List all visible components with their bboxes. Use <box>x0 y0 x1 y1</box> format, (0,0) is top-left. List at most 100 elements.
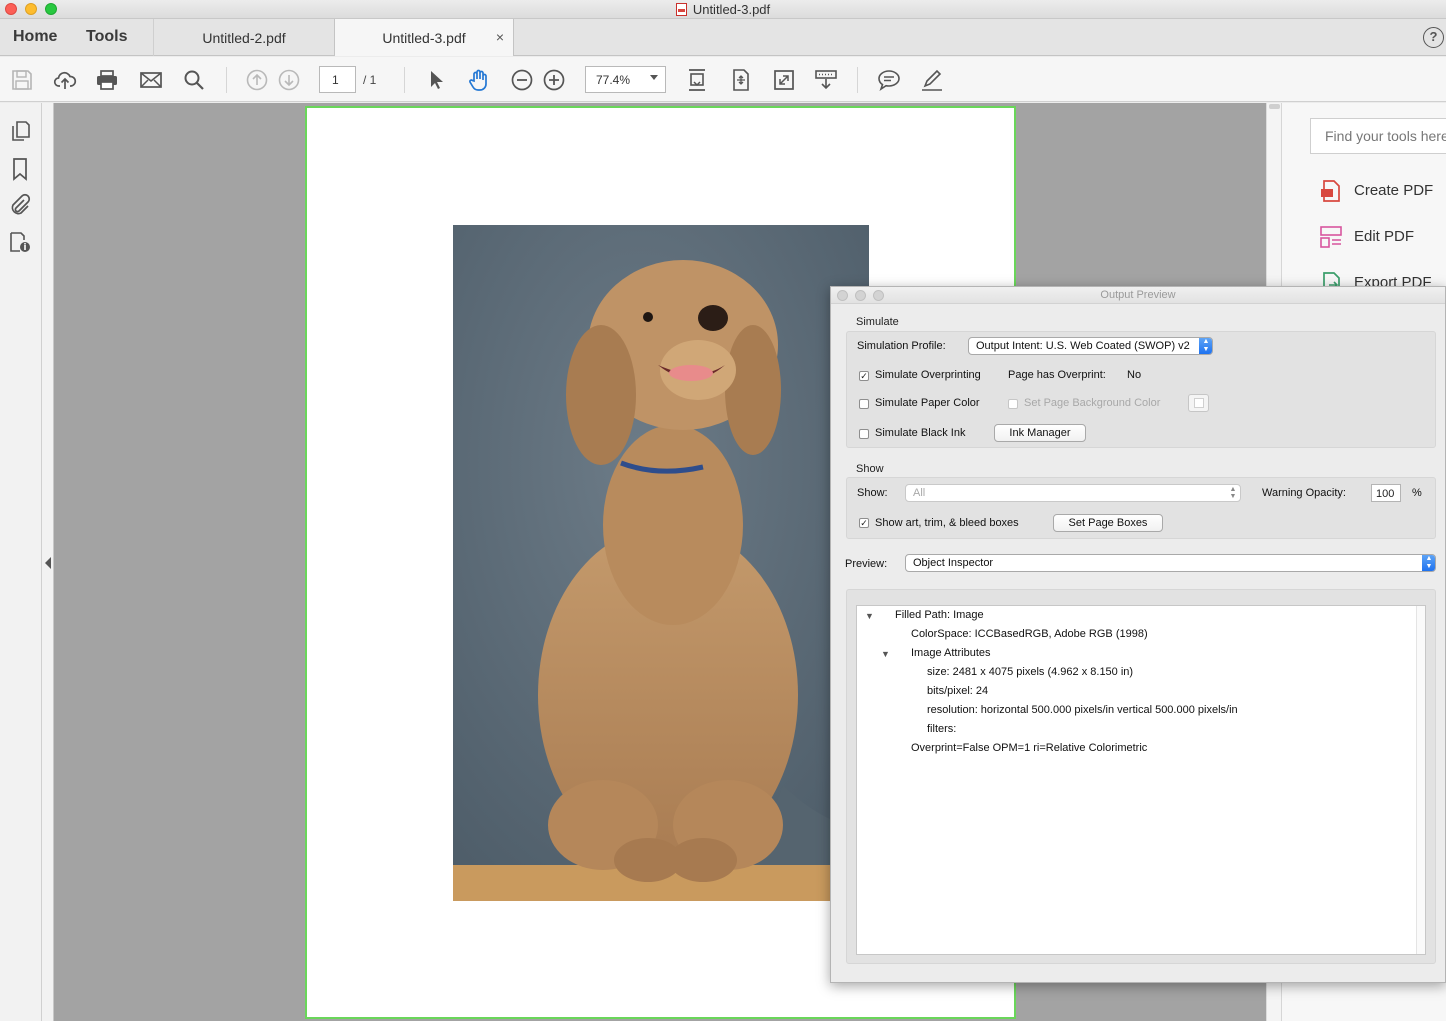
tab-bar: Home Tools Untitled-2.pdf Untitled-3.pdf… <box>0 19 1446 56</box>
simulate-overprinting-label: Simulate Overprinting <box>875 369 981 381</box>
warning-opacity-label: Warning Opacity: <box>1262 487 1346 499</box>
create-pdf-icon <box>1320 179 1342 203</box>
fit-page-icon[interactable] <box>729 68 753 92</box>
page-background-checkbox[interactable] <box>1008 399 1018 409</box>
previous-page-icon[interactable] <box>245 68 269 92</box>
bookmark-icon[interactable] <box>8 157 32 181</box>
print-icon[interactable] <box>95 68 119 92</box>
page-number-input[interactable]: 1 <box>319 66 356 93</box>
simulate-section-label: Simulate <box>856 316 899 328</box>
tab-label: Untitled-3.pdf <box>382 30 466 46</box>
help-button[interactable]: ? <box>1423 27 1444 48</box>
sidebar-collapse-strip[interactable] <box>42 103 54 1021</box>
preview-select[interactable]: Object Inspector ▲ ▼ <box>905 554 1436 572</box>
select-stepper-icon: ▲ ▼ <box>1199 338 1212 354</box>
page-thumbnails-icon[interactable] <box>8 119 32 143</box>
dog-photo[interactable] <box>453 225 869 901</box>
toolbar-separator <box>404 67 405 93</box>
inspector-image-attributes: Image Attributes <box>911 647 991 659</box>
collapse-arrow-icon[interactable] <box>45 557 51 569</box>
attachment-icon[interactable] <box>8 193 32 217</box>
select-stepper-icon: ▲ ▼ <box>1422 555 1435 571</box>
zoom-in-icon[interactable] <box>542 68 566 92</box>
email-icon[interactable] <box>139 68 163 92</box>
hand-tool-icon[interactable] <box>467 68 491 92</box>
page-background-label: Set Page Background Color <box>1024 397 1161 409</box>
inspector-scrollbar[interactable] <box>1416 606 1425 954</box>
full-screen-icon[interactable] <box>772 68 796 92</box>
dialog-titlebar[interactable]: Output Preview <box>831 287 1445 304</box>
tab-untitled-2[interactable]: Untitled-2.pdf <box>153 19 334 56</box>
show-value: All <box>913 487 926 499</box>
window-titlebar: Untitled-3.pdf <box>0 0 1446 19</box>
tab-tools[interactable]: Tools <box>86 28 127 46</box>
simulate-paper-color-checkbox[interactable] <box>859 399 869 409</box>
tab-label: Untitled-2.pdf <box>202 30 286 46</box>
document-info-icon[interactable] <box>8 230 32 254</box>
show-label: Show: <box>857 487 888 499</box>
ink-manager-button[interactable]: Ink Manager <box>994 424 1086 442</box>
simulation-profile-value: Output Intent: U.S. Web Coated (SWOP) v2 <box>976 340 1190 352</box>
inspector-resolution: resolution: horizontal 500.000 pixels/in… <box>927 704 1238 716</box>
toolbar: 1 / 1 77.4% <box>0 57 1446 102</box>
tool-label: Edit PDF <box>1354 228 1415 245</box>
percent-label: % <box>1412 487 1422 499</box>
window-title-text: Untitled-3.pdf <box>692 2 771 17</box>
toolbar-separator <box>226 67 227 93</box>
warning-opacity-input[interactable]: 100 <box>1371 484 1401 502</box>
output-preview-dialog: Output Preview Simulate Simulation Profi… <box>830 286 1446 983</box>
edit-pdf-icon <box>1320 225 1342 249</box>
page-background-color-swatch[interactable] <box>1188 394 1209 412</box>
zoom-level-select[interactable]: 77.4% <box>585 66 666 93</box>
simulate-paper-color-label: Simulate Paper Color <box>875 397 980 409</box>
show-boxes-checkbox[interactable]: ✓ <box>859 518 869 528</box>
chevron-down-icon <box>650 75 658 80</box>
tool-label: Create PDF <box>1354 182 1434 199</box>
next-page-icon[interactable] <box>277 68 301 92</box>
comment-icon[interactable] <box>877 68 901 92</box>
zoom-level-value: 77.4% <box>596 73 631 87</box>
upload-cloud-icon[interactable] <box>53 68 77 92</box>
simulate-black-ink-checkbox[interactable] <box>859 429 869 439</box>
dialog-title: Output Preview <box>1100 289 1176 301</box>
inspector-colorspace: ColorSpace: ICCBasedRGB, Adobe RGB (1998… <box>911 628 1148 640</box>
show-select[interactable]: All ▲ ▼ <box>905 484 1241 502</box>
inspector-overprint: Overprint=False OPM=1 ri=Relative Colori… <box>911 742 1148 754</box>
simulation-profile-label: Simulation Profile: <box>857 340 946 352</box>
simulate-group: Simulation Profile: Output Intent: U.S. … <box>846 331 1436 448</box>
select-stepper-icon: ▲ ▼ <box>1229 486 1237 500</box>
page-total: / 1 <box>363 73 377 87</box>
scroll-mode-icon[interactable] <box>685 68 709 92</box>
inspector-size: size: 2481 x 4075 pixels (4.962 x 8.150 … <box>927 666 1134 678</box>
preview-value: Object Inspector <box>913 557 994 569</box>
scrollbar-thumb[interactable] <box>1269 104 1280 109</box>
find-tools-input[interactable]: Find your tools here <box>1310 118 1446 154</box>
color-swatch-icon <box>1194 398 1204 408</box>
read-mode-icon[interactable] <box>814 68 838 92</box>
pdf-file-icon <box>675 3 687 16</box>
object-inspector-panel[interactable]: ▼ Filled Path: Image ColorSpace: ICCBase… <box>856 605 1426 955</box>
save-icon[interactable] <box>10 68 34 92</box>
tab-untitled-3[interactable]: Untitled-3.pdf × <box>334 19 514 56</box>
show-boxes-label: Show art, trim, & bleed boxes <box>875 517 1019 529</box>
inspector-filters: filters: <box>927 723 957 735</box>
disclosure-triangle-icon[interactable]: ▼ <box>865 611 874 621</box>
sign-pen-icon[interactable] <box>920 68 944 92</box>
zoom-out-icon[interactable] <box>510 68 534 92</box>
simulate-overprinting-checkbox[interactable]: ✓ <box>859 371 869 381</box>
window-title: Untitled-3.pdf <box>0 2 1446 17</box>
page-has-overprint-label: Page has Overprint: <box>1008 369 1106 381</box>
toolbar-separator <box>857 67 858 93</box>
page-has-overprint-value: No <box>1127 369 1142 381</box>
preview-label: Preview: <box>845 558 888 570</box>
set-page-boxes-button[interactable]: Set Page Boxes <box>1053 514 1163 532</box>
inspector-bits: bits/pixel: 24 <box>927 685 989 697</box>
close-tab-icon[interactable]: × <box>496 29 504 45</box>
disclosure-triangle-icon[interactable]: ▼ <box>881 649 890 659</box>
simulation-profile-select[interactable]: Output Intent: U.S. Web Coated (SWOP) v2… <box>968 337 1213 355</box>
search-icon[interactable] <box>182 68 206 92</box>
show-group: Show: All ▲ ▼ Warning Opacity: 100 % ✓ Sh… <box>846 477 1436 539</box>
tab-home[interactable]: Home <box>13 28 57 46</box>
inspector-filled-path: Filled Path: Image <box>895 609 984 621</box>
select-cursor-icon[interactable] <box>424 68 448 92</box>
